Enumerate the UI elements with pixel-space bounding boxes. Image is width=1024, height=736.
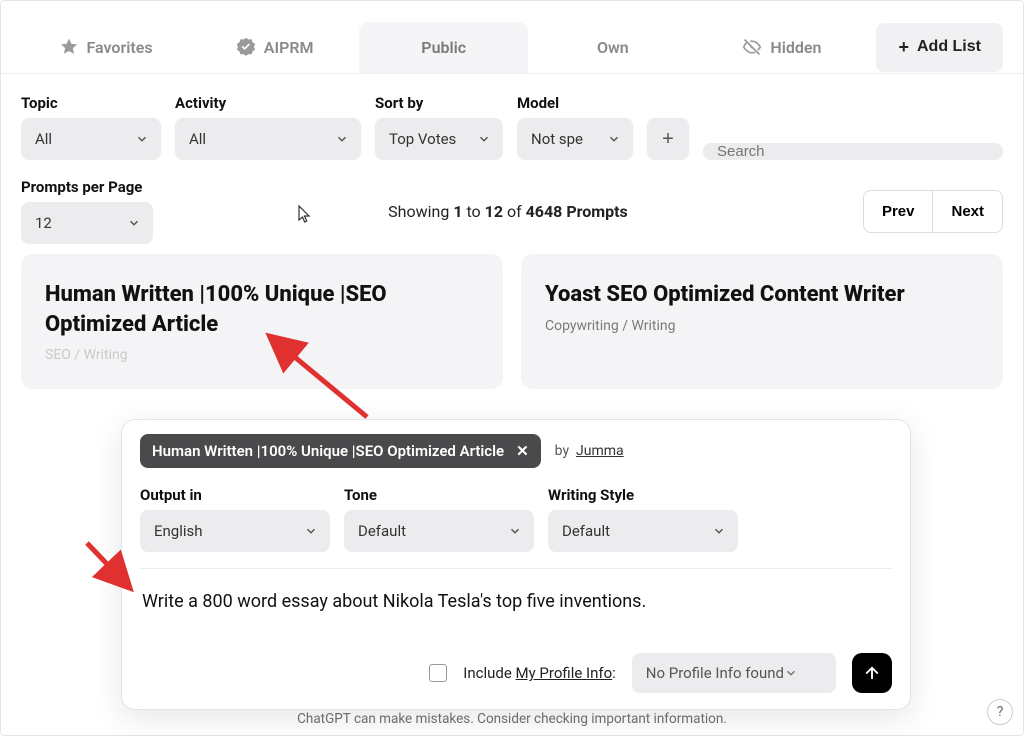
author-byline: by Jumma xyxy=(555,443,624,459)
tab-aiprm-label: AIPRM xyxy=(264,38,314,57)
next-button[interactable]: Next xyxy=(933,190,1003,233)
topic-label: Topic xyxy=(21,94,161,112)
results-header: Prompts per Page 12 Showing 1 to 12 of 4… xyxy=(1,160,1023,254)
tab-public[interactable]: Public xyxy=(359,22,528,73)
results-count: Showing 1 to 12 of 4648 Prompts xyxy=(173,202,843,221)
prompt-card[interactable]: Yoast SEO Optimized Content Writer Copyw… xyxy=(521,254,1003,389)
profile-info-value: No Profile Info found xyxy=(646,664,784,682)
tab-favorites[interactable]: Favorites xyxy=(21,21,190,73)
card-meta: Copywriting / Writing xyxy=(545,318,979,334)
tone-label: Tone xyxy=(344,486,534,504)
tab-favorites-label: Favorites xyxy=(87,38,153,57)
style-value: Default xyxy=(562,522,610,540)
search-input[interactable] xyxy=(703,143,1003,160)
footer-disclaimer: ChatGPT can make mistakes. Consider chec… xyxy=(1,711,1023,727)
eye-off-icon xyxy=(742,37,762,57)
chevron-down-icon xyxy=(335,132,349,146)
chevron-down-icon xyxy=(127,216,141,230)
prompt-cards: Human Written |100% Unique |SEO Optimize… xyxy=(1,254,1023,389)
model-label: Model xyxy=(517,94,633,112)
tab-hidden-label: Hidden xyxy=(770,38,821,57)
topic-select[interactable]: All xyxy=(21,118,161,160)
tab-own[interactable]: Own xyxy=(528,22,697,73)
ppp-label: Prompts per Page xyxy=(21,178,153,196)
activity-select[interactable]: All xyxy=(175,118,361,160)
ppp-value: 12 xyxy=(35,214,52,232)
chevron-down-icon xyxy=(304,524,318,538)
output-select[interactable]: English xyxy=(140,510,330,552)
tone-value: Default xyxy=(358,522,406,540)
filters-row: Topic All Activity All Sort by Top Votes… xyxy=(1,74,1023,160)
include-profile-label: Include My Profile Info: xyxy=(463,664,616,682)
prompt-card[interactable]: Human Written |100% Unique |SEO Optimize… xyxy=(21,254,503,389)
sort-select[interactable]: Top Votes xyxy=(375,118,503,160)
add-filter-button[interactable]: + xyxy=(647,118,689,160)
style-select[interactable]: Default xyxy=(548,510,738,552)
add-list-button[interactable]: + Add List xyxy=(876,23,1003,72)
arrow-up-icon xyxy=(863,664,881,682)
chevron-down-icon xyxy=(607,132,621,146)
close-icon[interactable]: ✕ xyxy=(516,442,529,460)
send-button[interactable] xyxy=(852,653,892,693)
tab-aiprm[interactable]: AIPRM xyxy=(190,21,359,73)
ppp-select[interactable]: 12 xyxy=(21,202,153,244)
author-link[interactable]: Jumma xyxy=(576,443,624,459)
profile-info-select[interactable]: No Profile Info found xyxy=(632,653,836,693)
tab-public-label: Public xyxy=(421,38,466,57)
output-value: English xyxy=(154,522,203,540)
chevron-down-icon xyxy=(135,132,149,146)
pager: Prev Next xyxy=(863,190,1003,233)
prompt-input[interactable] xyxy=(140,569,892,643)
prev-button[interactable]: Prev xyxy=(863,190,934,233)
include-profile-checkbox[interactable] xyxy=(429,664,447,682)
chevron-down-icon xyxy=(784,666,798,680)
help-button[interactable]: ? xyxy=(987,699,1013,725)
sort-value: Top Votes xyxy=(389,130,456,148)
tab-own-label: Own xyxy=(597,38,629,57)
model-select[interactable]: Not spe xyxy=(517,118,633,160)
add-list-label: Add List xyxy=(917,38,981,56)
style-label: Writing Style xyxy=(548,486,738,504)
card-title: Yoast SEO Optimized Content Writer xyxy=(545,280,979,310)
activity-label: Activity xyxy=(175,94,361,112)
chevron-down-icon xyxy=(508,524,522,538)
topic-value: All xyxy=(35,130,52,148)
verified-icon xyxy=(236,37,256,57)
plus-icon: + xyxy=(898,37,909,58)
chevron-down-icon xyxy=(477,132,491,146)
activity-value: All xyxy=(189,130,206,148)
star-icon xyxy=(59,37,79,57)
card-meta: SEO / Writing xyxy=(45,347,479,363)
model-value: Not spe xyxy=(531,130,583,148)
tone-select[interactable]: Default xyxy=(344,510,534,552)
chip-label: Human Written |100% Unique |SEO Optimize… xyxy=(152,442,504,460)
selected-prompt-chip: Human Written |100% Unique |SEO Optimize… xyxy=(140,434,541,468)
prompt-panel: Human Written |100% Unique |SEO Optimize… xyxy=(121,419,911,710)
card-title: Human Written |100% Unique |SEO Optimize… xyxy=(45,280,479,339)
tab-hidden[interactable]: Hidden xyxy=(697,21,866,73)
chevron-down-icon xyxy=(712,524,726,538)
sort-label: Sort by xyxy=(375,94,503,112)
tab-bar: Favorites AIPRM Public Own Hidden + Add … xyxy=(1,1,1023,74)
output-label: Output in xyxy=(140,486,330,504)
